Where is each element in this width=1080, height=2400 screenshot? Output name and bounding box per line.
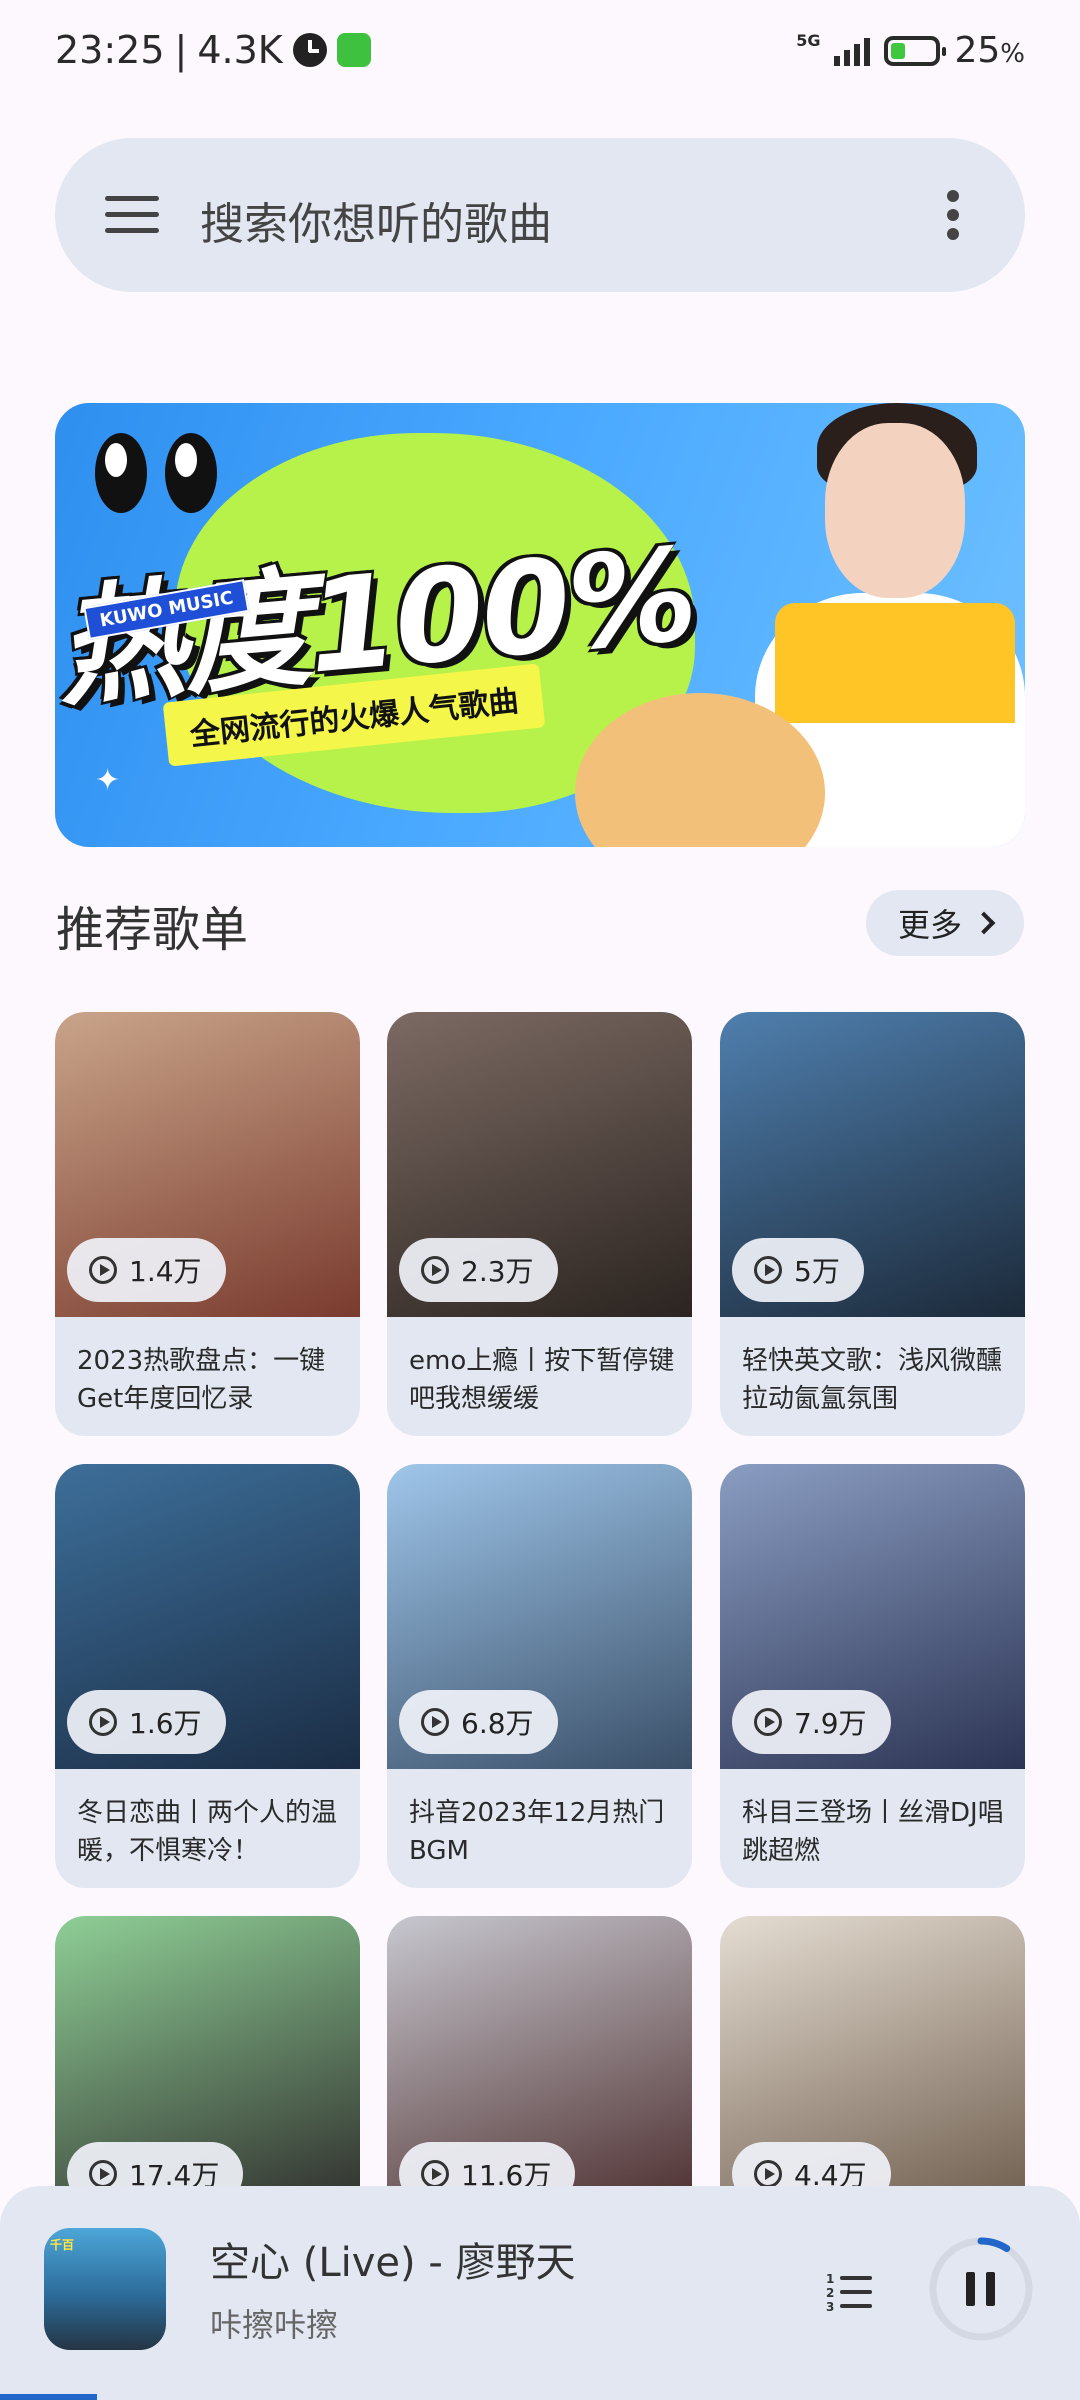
playlist-card[interactable]: 5万 轻快英文歌：浅风微醺拉动氤氲氛围 bbox=[720, 1012, 1025, 1436]
search-input[interactable]: 搜索你想听的歌曲 bbox=[200, 188, 552, 252]
play-count-badge: 7.9万 bbox=[732, 1690, 891, 1754]
more-button-label: 更多 bbox=[897, 906, 962, 944]
playlist-queue-icon[interactable]: 123 bbox=[826, 2272, 872, 2314]
play-count: 1.6万 bbox=[129, 1707, 202, 1740]
play-icon bbox=[421, 2160, 449, 2188]
playlist-card[interactable]: 7.9万 科目三登场丨丝滑DJ唱跳超燃 bbox=[720, 1464, 1025, 1888]
playback-progress-bar bbox=[0, 2394, 98, 2400]
chevron-right-icon bbox=[972, 911, 996, 935]
playlist-title: 轻快英文歌：浅风微醺拉动氤氲氛围 bbox=[742, 1346, 1003, 1414]
pause-icon bbox=[986, 2272, 995, 2306]
playlist-title: 抖音2023年12月热门BGM bbox=[409, 1798, 665, 1866]
play-count: 5万 bbox=[794, 1255, 840, 1288]
play-icon bbox=[89, 1256, 117, 1284]
clock-icon bbox=[292, 33, 327, 67]
more-button[interactable]: 更多 bbox=[866, 890, 1024, 956]
play-count-badge: 1.6万 bbox=[67, 1690, 226, 1754]
cartoon-eye-icon bbox=[165, 433, 217, 513]
playlist-title: 冬日恋曲丨两个人的温暖，不惧寒冷！ bbox=[77, 1798, 338, 1866]
status-bar: 23:25 | 4.3K 5G 25% bbox=[0, 0, 1080, 110]
playlist-card[interactable]: 2.3万 emo上瘾丨按下暂停键吧我想缓缓 bbox=[387, 1012, 692, 1436]
play-count: 6.8万 bbox=[461, 1707, 534, 1740]
status-separator: | bbox=[174, 28, 188, 72]
sparkle-icon: ✦ bbox=[95, 763, 121, 798]
pause-icon bbox=[966, 2272, 975, 2306]
section-title: 推荐歌单 bbox=[56, 902, 249, 958]
mini-player[interactable]: 千百 空心 (Live) - 廖野天 咔擦咔擦 123 bbox=[0, 2186, 1080, 2400]
status-right: 5G 25% bbox=[796, 30, 1025, 71]
play-icon bbox=[89, 2160, 117, 2188]
pause-button[interactable] bbox=[926, 2234, 1036, 2344]
play-icon bbox=[421, 1708, 449, 1736]
app-notification-icon bbox=[336, 33, 371, 67]
playlist-title: 2023热歌盘点：一键Get年度回忆录 bbox=[77, 1346, 326, 1414]
menu-icon[interactable] bbox=[105, 196, 159, 234]
play-count: 2.3万 bbox=[461, 1255, 534, 1288]
progress-ring-icon bbox=[929, 2237, 1033, 2341]
play-count-badge: 6.8万 bbox=[399, 1690, 558, 1754]
battery-level: 25% bbox=[954, 30, 1025, 71]
cover-tag: 千百 bbox=[50, 2238, 75, 2252]
signal-icon bbox=[834, 36, 871, 66]
playlist-title: emo上瘾丨按下暂停键吧我想缓缓 bbox=[409, 1346, 675, 1414]
battery-icon bbox=[884, 35, 947, 66]
play-count-badge: 5万 bbox=[732, 1238, 864, 1302]
player-song-title[interactable]: 空心 (Live) - 廖野天 bbox=[210, 2230, 575, 2288]
play-count: 1.4万 bbox=[129, 1255, 202, 1288]
playlist-card[interactable]: 1.4万 2023热歌盘点：一键Get年度回忆录 bbox=[55, 1012, 360, 1436]
play-icon bbox=[421, 1256, 449, 1284]
net-speed: 4.3K bbox=[197, 28, 283, 72]
play-icon bbox=[754, 1256, 782, 1284]
play-icon bbox=[754, 2160, 782, 2188]
player-album-cover[interactable]: 千百 bbox=[44, 2228, 166, 2350]
playlist-title: 科目三登场丨丝滑DJ唱跳超燃 bbox=[742, 1798, 1004, 1866]
status-time: 23:25 bbox=[55, 28, 165, 72]
play-count: 7.9万 bbox=[794, 1707, 867, 1740]
cartoon-eye-icon bbox=[95, 433, 147, 513]
network-type: 5G bbox=[796, 31, 821, 50]
more-vert-icon[interactable] bbox=[947, 190, 959, 240]
promo-banner[interactable]: ✦ ✦ 热度100% KUWO MUSIC 全网流行的火爆人气歌曲 bbox=[55, 403, 1025, 847]
play-icon bbox=[754, 1708, 782, 1736]
search-bar[interactable]: 搜索你想听的歌曲 bbox=[55, 138, 1025, 292]
player-artist: 咔擦咔擦 bbox=[210, 2306, 339, 2344]
play-count-badge: 2.3万 bbox=[399, 1238, 558, 1302]
playlist-card[interactable]: 6.8万 抖音2023年12月热门BGM bbox=[387, 1464, 692, 1888]
play-count-badge: 1.4万 bbox=[67, 1238, 226, 1302]
playlist-card[interactable]: 1.6万 冬日恋曲丨两个人的温暖，不惧寒冷！ bbox=[55, 1464, 360, 1888]
play-icon bbox=[89, 1708, 117, 1736]
status-left: 23:25 | 4.3K bbox=[55, 28, 371, 72]
